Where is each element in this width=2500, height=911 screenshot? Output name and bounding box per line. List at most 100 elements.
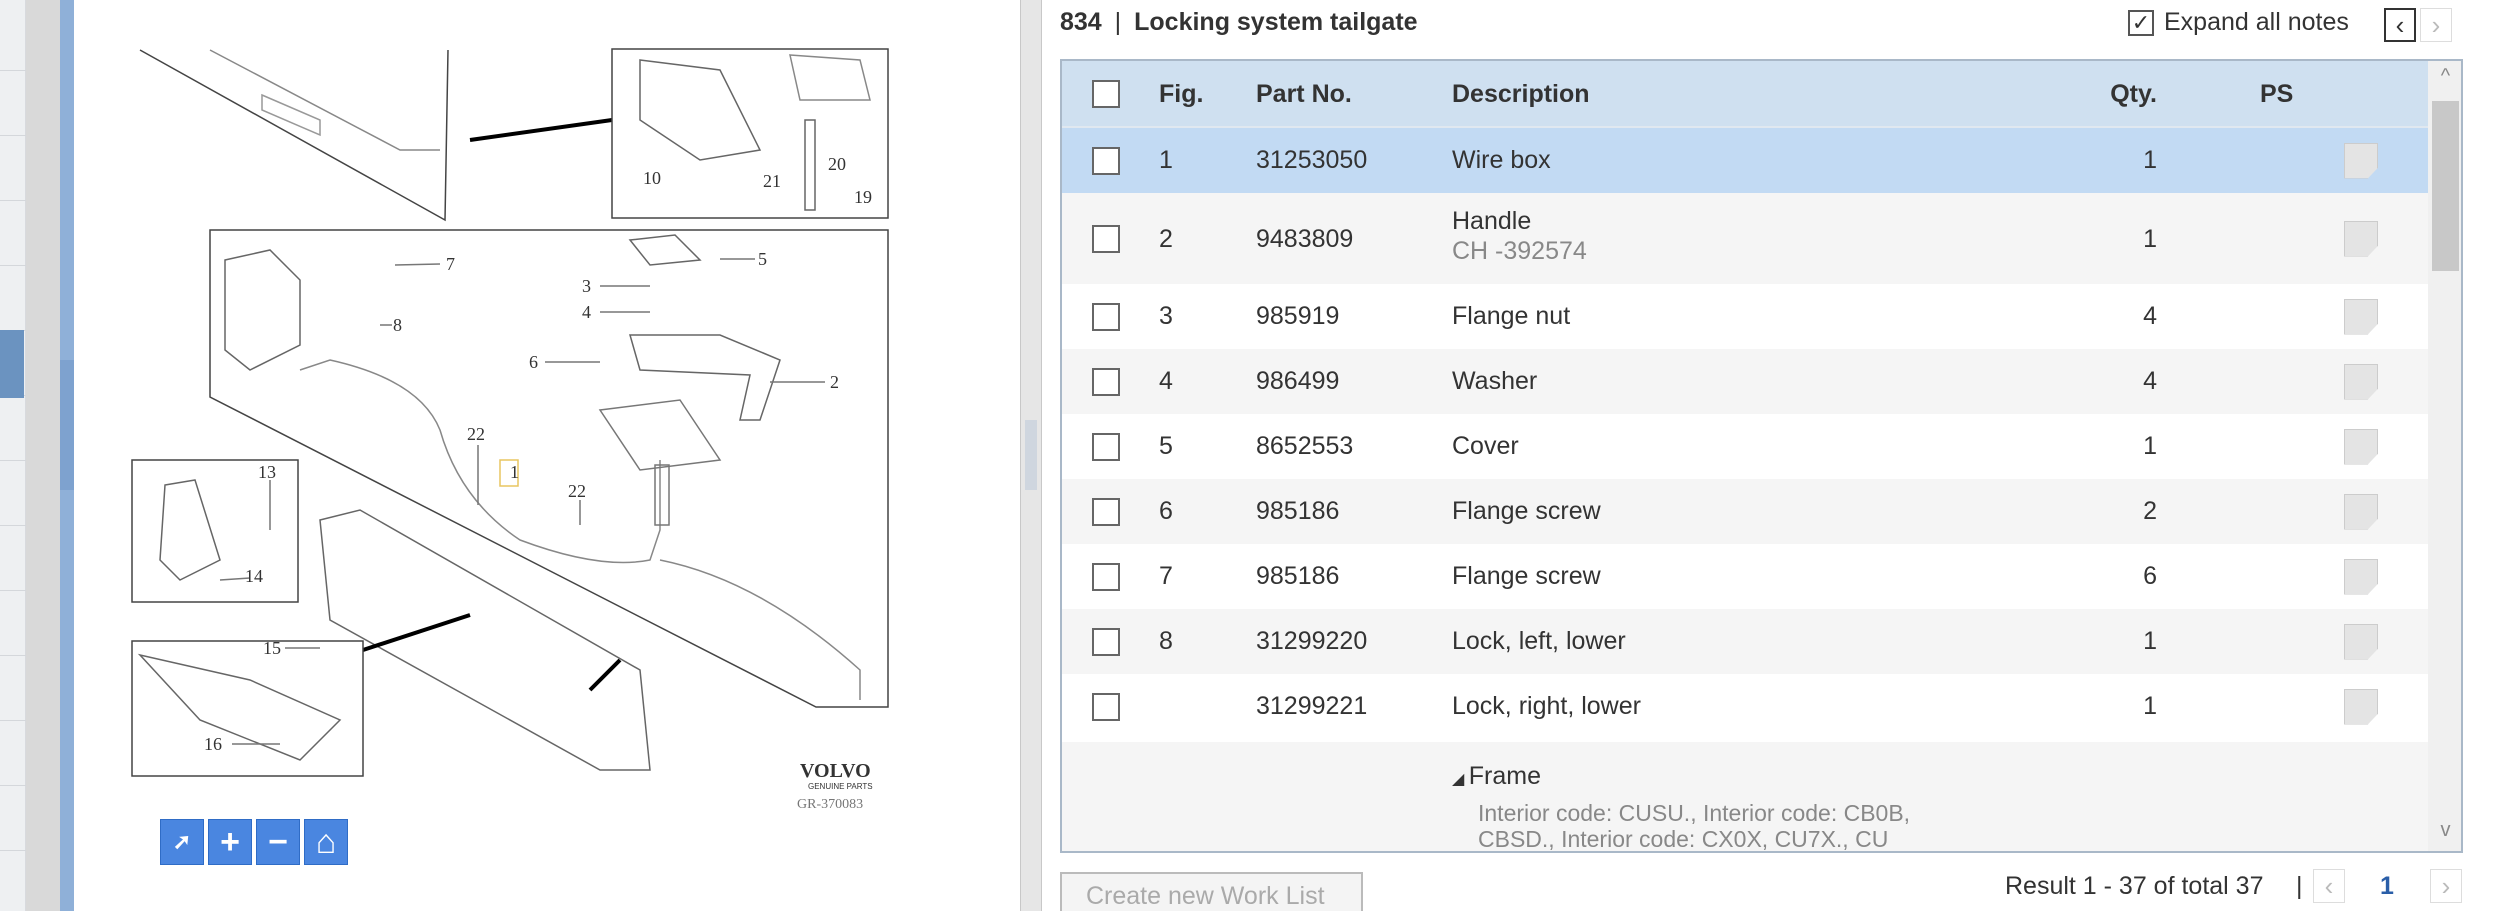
note-icon[interactable] <box>2344 428 2378 465</box>
zoom-in-button[interactable]: + <box>208 819 252 865</box>
main-assembly-frame <box>209 229 889 708</box>
zoom-in-icon: + <box>220 822 240 861</box>
left-nav-selected-item[interactable] <box>0 330 24 398</box>
row-checkbox[interactable] <box>1092 692 1120 721</box>
fig-cell: 6 <box>1159 497 1173 525</box>
fig-cell: 8 <box>1159 627 1173 655</box>
row-checkbox[interactable] <box>1092 367 1120 396</box>
part-no-cell[interactable]: 8652553 <box>1256 432 1353 461</box>
part-no-cell[interactable]: 985919 <box>1256 302 1339 331</box>
row-checkbox[interactable] <box>1092 146 1120 175</box>
callout-6[interactable]: 6 <box>529 352 538 372</box>
description-cell: Washer <box>1452 367 1538 395</box>
note-icon[interactable] <box>2344 558 2378 595</box>
table-row[interactable]: 7 985186 Flange screw 6 <box>1062 544 2428 609</box>
callout-19[interactable]: 19 <box>854 187 872 207</box>
col-ps[interactable]: PS <box>2260 80 2293 109</box>
callout-15[interactable]: 15 <box>263 638 281 658</box>
note-icon[interactable] <box>2344 298 2378 335</box>
pointer-tool-button[interactable]: ➚ <box>160 819 204 865</box>
zoom-out-button[interactable]: − <box>256 819 300 865</box>
chevron-left-icon: ‹ <box>2324 870 2334 901</box>
select-all-checkbox[interactable] <box>1092 80 1120 108</box>
callout-13[interactable]: 13 <box>258 462 276 482</box>
collapse-handle[interactable] <box>60 360 74 490</box>
col-description[interactable]: Description <box>1452 80 1590 109</box>
description-cell: Lock, right, lower <box>1452 692 1641 720</box>
part-no-cell[interactable]: 31299221 <box>1256 692 1367 721</box>
callout-5[interactable]: 5 <box>758 249 767 269</box>
collapse-bar[interactable] <box>60 0 74 911</box>
panel-splitter[interactable] <box>1020 0 1042 911</box>
callout-21[interactable]: 21 <box>763 171 781 191</box>
left-nav-divider <box>0 200 26 201</box>
callout-4[interactable]: 4 <box>582 302 591 322</box>
callout-22[interactable]: 22 <box>568 481 586 501</box>
row-checkbox[interactable] <box>1092 224 1120 253</box>
prev-page-button[interactable]: ‹ <box>2313 869 2345 903</box>
callout-14[interactable]: 14 <box>245 566 263 586</box>
table-scrollbar[interactable]: ^ v <box>2428 61 2461 851</box>
col-part-no[interactable]: Part No. <box>1256 80 1352 109</box>
note-text-line2: CBSD., Interior code: CX0X, CU7X., CU <box>1478 826 1889 852</box>
qty-cell: 1 <box>2143 692 2157 720</box>
left-nav-divider <box>0 720 26 721</box>
table-row[interactable]: 5 8652553 Cover 1 <box>1062 414 2428 479</box>
next-group-button[interactable]: › <box>2420 8 2452 42</box>
row-checkbox[interactable] <box>1092 562 1120 591</box>
part-no-cell[interactable]: 986499 <box>1256 367 1339 396</box>
callout-8[interactable]: 8 <box>393 315 402 335</box>
part-no-cell[interactable]: 985186 <box>1256 497 1339 526</box>
callout-3[interactable]: 3 <box>582 276 591 296</box>
col-fig[interactable]: Fig. <box>1159 80 1203 109</box>
table-row[interactable]: 3 985919 Flange nut 4 <box>1062 284 2428 349</box>
table-row[interactable]: 4 986499 Washer 4 <box>1062 349 2428 414</box>
note-icon[interactable] <box>2344 688 2378 725</box>
expand-all-notes-toggle[interactable]: ✓ Expand all notes <box>2128 8 2349 37</box>
part-no-cell[interactable]: 985186 <box>1256 562 1339 591</box>
fig-cell: 1 <box>1159 146 1173 174</box>
callout-7[interactable]: 7 <box>446 254 455 274</box>
note-icon[interactable] <box>2344 220 2378 257</box>
left-gutter <box>26 0 60 911</box>
callout-20[interactable]: 20 <box>828 154 846 174</box>
prev-group-button[interactable]: ‹ <box>2384 8 2416 42</box>
callout-22[interactable]: 22 <box>467 424 485 444</box>
note-icon[interactable] <box>2344 363 2378 400</box>
table-row[interactable]: 8 31299220 Lock, left, lower 1 <box>1062 609 2428 674</box>
left-nav-divider <box>0 265 26 266</box>
create-work-list-button[interactable]: Create new Work List <box>1060 872 1363 911</box>
table-row[interactable]: 2 9483809 Handle CH -392574 1 <box>1062 193 2428 284</box>
home-button[interactable]: ⌂ <box>304 819 348 865</box>
scroll-down-icon[interactable]: v <box>2428 819 2461 842</box>
callout-1[interactable]: 1 <box>510 462 519 482</box>
row-checkbox[interactable] <box>1092 432 1120 461</box>
parts-diagram[interactable]: 1 2 3 4 5 6 7 8 10 13 14 15 16 19 20 21 … <box>74 0 1020 911</box>
table-row[interactable]: 31299221 Lock, right, lower 1 <box>1062 674 2428 739</box>
callout-2[interactable]: 2 <box>830 372 839 392</box>
splitter-handle[interactable] <box>1025 420 1037 490</box>
left-nav-divider <box>0 785 26 786</box>
part-no-cell[interactable]: 31253050 <box>1256 146 1367 175</box>
row-checkbox[interactable] <box>1092 302 1120 331</box>
expand-all-notes-checkbox[interactable]: ✓ <box>2128 9 2154 36</box>
current-page[interactable]: 1 <box>2380 872 2394 901</box>
scroll-thumb[interactable] <box>2432 101 2459 271</box>
table-row[interactable]: 6 985186 Flange screw 2 <box>1062 479 2428 544</box>
table-row[interactable]: 1 31253050 Wire box 1 <box>1062 128 2428 193</box>
note-icon[interactable] <box>2344 493 2378 530</box>
part-no-cell[interactable]: 31299220 <box>1256 627 1367 656</box>
row-checkbox[interactable] <box>1092 627 1120 656</box>
callout-16[interactable]: 16 <box>204 734 222 754</box>
note-toggle[interactable]: ◢ Frame <box>1452 762 1541 791</box>
chevron-left-icon: ‹ <box>2395 9 2405 40</box>
callout-10[interactable]: 10 <box>643 168 661 188</box>
scroll-up-icon[interactable]: ^ <box>2428 65 2461 88</box>
parts-diagram-panel: 1 2 3 4 5 6 7 8 10 13 14 15 16 19 20 21 … <box>74 0 1020 911</box>
col-qty[interactable]: Qty. <box>2097 80 2157 109</box>
note-icon[interactable] <box>2344 142 2378 179</box>
part-no-cell[interactable]: 9483809 <box>1256 225 1353 254</box>
note-icon[interactable] <box>2344 623 2378 660</box>
next-page-button[interactable]: › <box>2430 869 2462 903</box>
row-checkbox[interactable] <box>1092 497 1120 526</box>
